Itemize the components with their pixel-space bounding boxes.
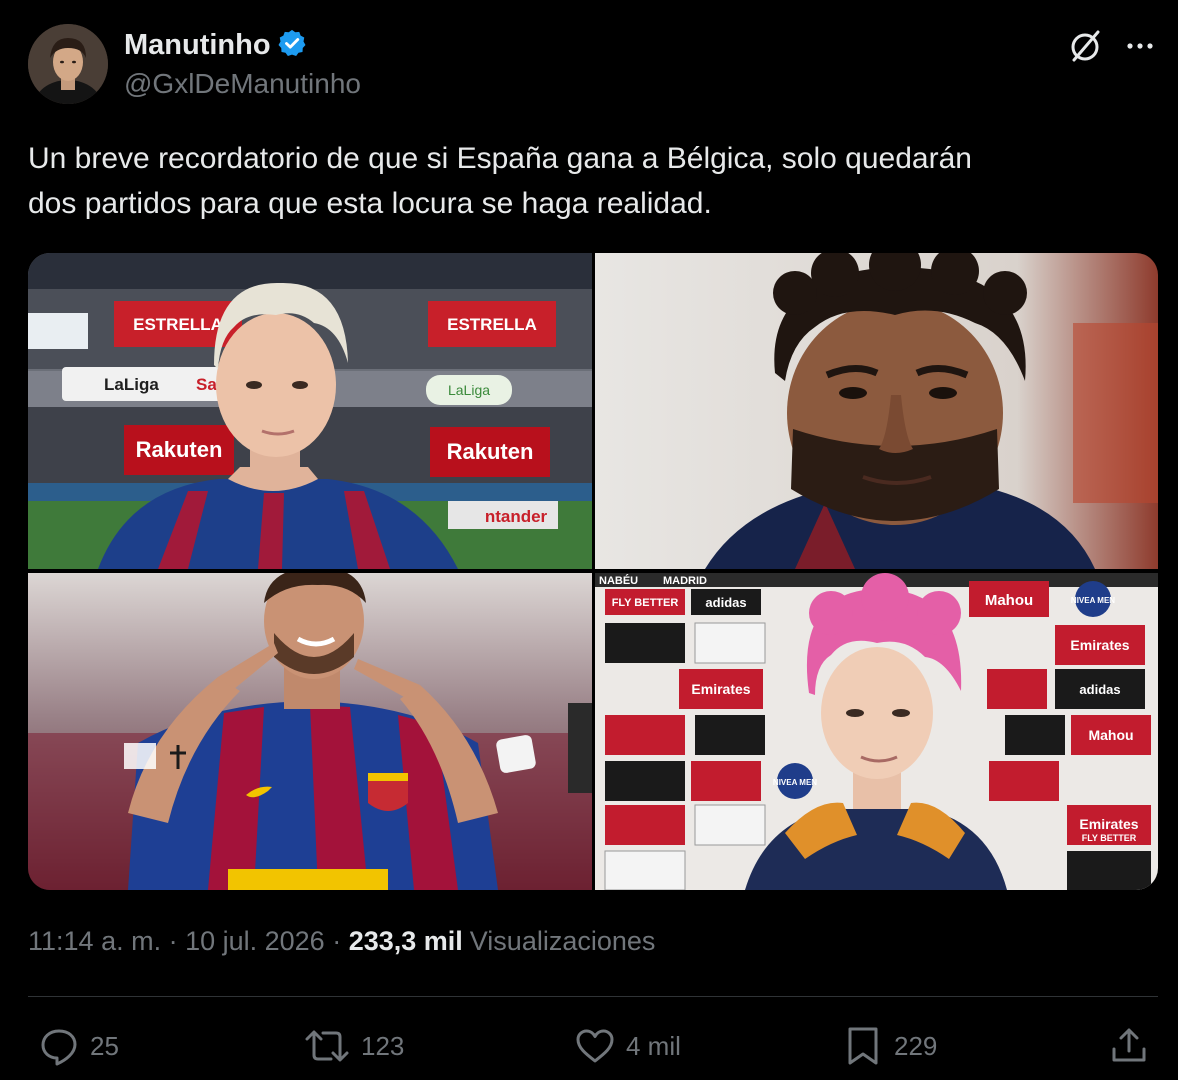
retweet-count: 123 [361, 1030, 405, 1061]
sign-bernabeu: NABÉU [599, 574, 638, 587]
sign-santander-partial: ntander [485, 507, 548, 526]
more-dots-icon[interactable] [1120, 26, 1160, 66]
views-label: Visualizaciones [469, 926, 656, 956]
author-avatar[interactable] [28, 24, 108, 104]
tweet-meta: 11:14 a. m. · 10 jul. 2026 · 233,3 mil V… [28, 926, 655, 957]
author-handle[interactable]: @GxlDeManutinho [124, 68, 361, 100]
meta-separator-1: · [161, 926, 186, 956]
media-photo-3[interactable] [28, 573, 592, 890]
sign-estrella-1: ESTRELLA [133, 315, 223, 334]
verified-badge-icon[interactable] [277, 28, 307, 63]
sign-estrella-2: ESTRELLA [447, 315, 537, 334]
sign-nivea-2: NIVEA MEN [773, 778, 817, 787]
tweet-time[interactable]: 11:14 a. m. [28, 926, 161, 957]
reply-button[interactable]: 25 [38, 1024, 119, 1068]
tweet-date[interactable]: 10 jul. 2026 [185, 926, 325, 957]
media-grid[interactable]: ESTRELLA ESTRELLA LaLiga Sant LaLiga Rak… [28, 253, 1158, 890]
media-photo-2[interactable] [595, 253, 1158, 569]
author-display-name[interactable]: Manutinho [124, 29, 271, 62]
sign-laliga-1: LaLiga [104, 375, 159, 394]
share-icon [1108, 1025, 1150, 1067]
author-name-row: Manutinho [124, 28, 307, 63]
bookmark-icon [842, 1025, 884, 1067]
sign-rakuten-2: Rakuten [447, 439, 534, 464]
tweet-text-line-1: Un breve recordatorio de que si España g… [28, 142, 972, 175]
sign-adidas-1: adidas [705, 595, 746, 610]
retweet-button[interactable]: 123 [303, 1024, 404, 1068]
like-button[interactable]: 4 mil [574, 1024, 681, 1068]
sign-nivea-1: NIVEA MEN [1071, 596, 1115, 605]
like-count: 4 mil [626, 1030, 681, 1061]
heart-icon [574, 1025, 616, 1067]
sign-emirates-3: Emirates [1079, 816, 1138, 832]
meta-separator-2: · [324, 926, 349, 956]
sign-laliga-2: LaLiga [448, 382, 490, 398]
reply-icon [38, 1025, 80, 1067]
views-count: 233,3 mil [348, 926, 463, 956]
grok-slash-circle-icon[interactable] [1066, 26, 1106, 66]
sign-madrid: MADRID [663, 575, 707, 587]
actions-divider [28, 996, 1158, 997]
reply-count: 25 [90, 1030, 119, 1061]
media-photo-1[interactable]: ESTRELLA ESTRELLA LaLiga Sant LaLiga Rak… [28, 253, 592, 569]
retweet-icon [303, 1025, 351, 1067]
sign-rakuten-1: Rakuten [136, 437, 223, 462]
sign-adidas-2: adidas [1079, 682, 1120, 697]
bookmark-count: 229 [894, 1030, 938, 1061]
sign-fly-better: FLY BETTER [612, 597, 679, 609]
sign-mahou-1: Mahou [985, 592, 1033, 609]
tweet-text-line-2: dos partidos para que esta locura se hag… [28, 187, 712, 220]
sign-fly-better-2: FLY BETTER [1082, 833, 1137, 843]
sign-emirates-1: Emirates [691, 681, 750, 697]
media-photo-4[interactable]: NABÉU MADRID FLY BETTER adidas Mahou NIV… [595, 573, 1158, 890]
sign-emirates-2: Emirates [1070, 637, 1129, 653]
share-button[interactable] [1108, 1024, 1150, 1068]
tweet-text: Un breve recordatorio de que si España g… [28, 136, 1148, 226]
sign-mahou-2: Mahou [1088, 727, 1133, 743]
bookmark-button[interactable]: 229 [842, 1024, 937, 1068]
